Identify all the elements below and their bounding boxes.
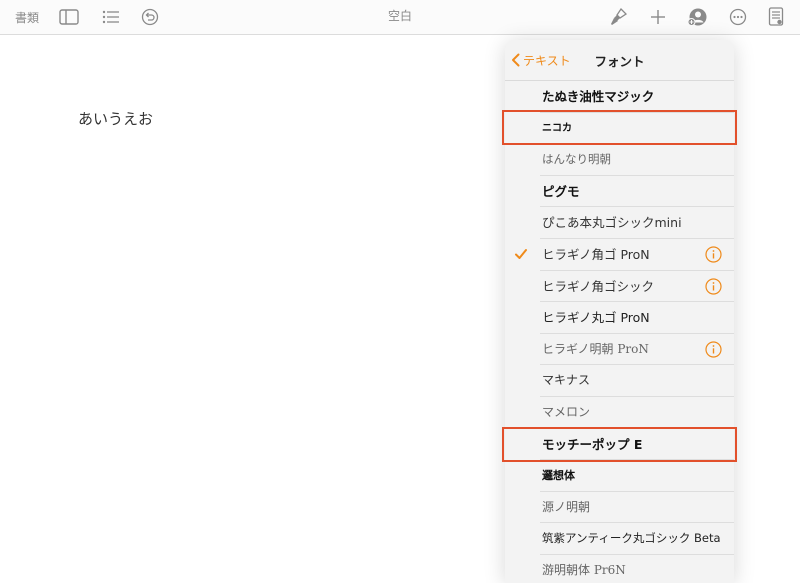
chevron-left-icon — [512, 53, 520, 67]
reader-view-button[interactable] — [765, 6, 787, 28]
undo-icon — [141, 8, 159, 26]
collaborate-icon — [687, 8, 707, 26]
more-button[interactable] — [727, 6, 749, 28]
font-item-label: ヒラギノ角ゴ ProN — [542, 247, 650, 262]
font-item-risoutai[interactable]: 邏想体 — [505, 460, 734, 492]
document-title[interactable]: 空白 — [340, 7, 460, 24]
info-icon[interactable] — [705, 277, 722, 295]
font-item-hiragino-kaku-gothic[interactable]: ヒラギノ角ゴシック — [505, 271, 734, 303]
font-item-tsukushi-antique[interactable]: 筑紫アンティーク丸ゴシック Beta — [505, 523, 734, 555]
ellipsis-icon — [729, 8, 747, 26]
highlight-box-mochiy-pop — [502, 427, 737, 462]
font-item-pikoa[interactable]: ぴこあ本丸ゴシックmini — [505, 207, 734, 239]
outline-button[interactable] — [100, 6, 122, 28]
font-item-label: 源ノ明朝 — [542, 499, 591, 514]
font-item-label: 游明朝体 Pr6N — [542, 563, 626, 577]
insert-button[interactable] — [647, 6, 669, 28]
undo-button[interactable] — [139, 6, 161, 28]
checkmark-icon — [515, 249, 527, 259]
app-window: 書類 空白 あいうえお テキスト フォント たぬき油性マジック ニコカ はんなり… — [0, 0, 800, 583]
font-item-label: 邏想体 — [542, 469, 575, 483]
sidebar-toggle-button[interactable] — [58, 6, 80, 28]
info-icon[interactable] — [705, 246, 722, 263]
info-icon[interactable] — [705, 341, 722, 358]
font-item-tanuki[interactable]: たぬき油性マジック — [505, 81, 734, 113]
font-item-pigmo[interactable]: ピグモ — [505, 176, 734, 208]
collaborate-button[interactable] — [686, 6, 710, 28]
list-icon — [102, 10, 119, 24]
format-button[interactable] — [607, 6, 631, 28]
font-item-hannari[interactable]: はんなり明朝 — [505, 144, 734, 176]
font-item-label: ヒラギノ角ゴシック — [542, 278, 655, 294]
font-item-hiragino-kaku-pron[interactable]: ヒラギノ角ゴ ProN — [505, 239, 734, 271]
font-item-mamelon[interactable]: マメロン — [505, 397, 734, 429]
top-toolbar: 書類 空白 — [0, 0, 800, 35]
font-item-yu-mincho[interactable]: 游明朝体 Pr6N — [505, 555, 734, 583]
font-item-makinas[interactable]: マキナス — [505, 365, 734, 397]
popover-header: テキスト フォント — [505, 40, 734, 81]
font-item-hiragino-maru[interactable]: ヒラギノ丸ゴ ProN — [505, 302, 734, 334]
document-body-text[interactable]: あいうえお — [78, 108, 153, 129]
font-item-label: マキナス — [542, 373, 591, 388]
back-button-label: テキスト — [523, 53, 571, 68]
document-icon — [768, 7, 784, 26]
font-item-source-han-serif[interactable]: 源ノ明朝 — [505, 492, 734, 524]
font-item-label: たぬき油性マジック — [542, 89, 655, 104]
popover-title: フォント — [594, 54, 645, 69]
font-item-label: ピグモ — [542, 183, 580, 199]
font-item-label: 筑紫アンティーク丸ゴシック Beta — [542, 531, 721, 546]
font-item-label: ヒラギノ明朝 ProN — [542, 341, 649, 356]
font-item-hiragino-mincho[interactable]: ヒラギノ明朝 ProN — [505, 334, 734, 366]
back-button[interactable]: テキスト — [511, 50, 571, 70]
paintbrush-icon — [611, 7, 628, 25]
sidebar-icon — [59, 9, 79, 25]
documents-button[interactable]: 書類 — [12, 6, 42, 28]
font-item-label: ぴこあ本丸ゴシックmini — [542, 215, 682, 231]
font-item-label: はんなり明朝 — [542, 152, 611, 167]
plus-icon — [651, 10, 665, 24]
font-item-label: マメロン — [542, 405, 591, 419]
highlight-box-nikoka — [502, 110, 737, 145]
font-item-label: ヒラギノ丸ゴ ProN — [542, 310, 650, 326]
